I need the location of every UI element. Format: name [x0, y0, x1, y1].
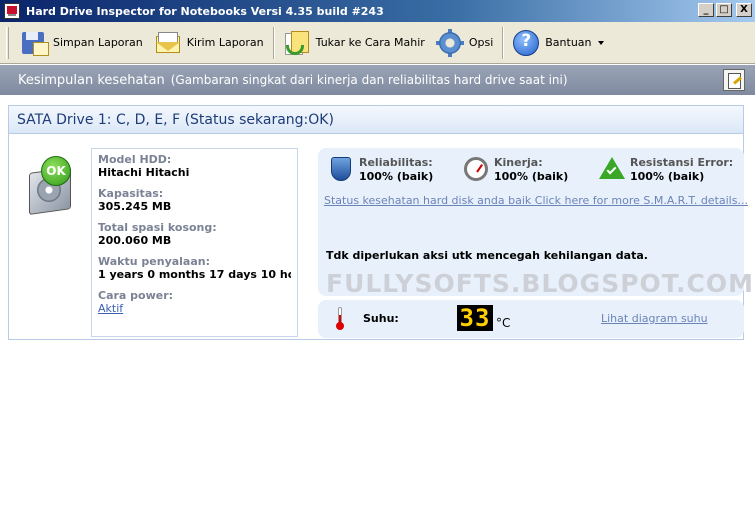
uptime-value: 1 years 0 months 17 days 10 ho...	[98, 268, 291, 281]
thermometer-icon	[336, 307, 344, 331]
model-label: Model HDD:	[98, 153, 172, 166]
temperature-display: 33	[457, 305, 493, 331]
content-area: SATA Drive 1: C, D, E, F (Status sekaran…	[0, 95, 755, 525]
options-button[interactable]: Opsi	[431, 25, 499, 61]
summary-header: Kesimpulan kesehatan (Gambaran singkat d…	[0, 65, 755, 95]
help-menu-button[interactable]: ? Bantuan	[507, 25, 609, 61]
free-space-label: Total spasi kosong:	[98, 221, 217, 234]
hard-drive-icon: OK	[23, 156, 79, 216]
temperature-chart-link[interactable]: Lihat diagram suhu	[601, 312, 708, 325]
summary-subtitle: (Gambaran singkat dari kinerja dan relia…	[170, 73, 568, 87]
drive-info-box: Model HDD: Hitachi Hitachi Kapasitas: 30…	[91, 148, 298, 337]
power-mode-label: Cara power:	[98, 289, 174, 302]
maximize-button[interactable]: □	[716, 3, 732, 17]
edit-notes-icon[interactable]	[723, 69, 745, 91]
toolbar: Simpan Laporan Kirim Laporan Tukar ke Ca…	[0, 22, 755, 64]
chevron-down-icon	[597, 40, 604, 45]
swap-mode-icon	[282, 28, 312, 58]
capacity-item: Kapasitas: 305.245 MB	[98, 187, 291, 213]
window-title: Hard Drive Inspector for Notebooks Versi…	[26, 4, 384, 18]
minimize-button[interactable]: _	[698, 3, 714, 17]
switch-expert-mode-label: Tukar ke Cara Mahir	[315, 36, 425, 49]
switch-expert-mode-button[interactable]: Tukar ke Cara Mahir	[278, 25, 431, 61]
drive-title: SATA Drive 1: C, D, E, F (Status sekaran…	[9, 106, 743, 134]
toolbar-grip[interactable]	[6, 26, 9, 59]
gear-icon	[435, 28, 465, 58]
send-report-button[interactable]: Kirim Laporan	[149, 25, 270, 61]
error-resistance-value: 100% (baik)	[630, 170, 705, 183]
power-mode-link[interactable]: Aktif	[98, 302, 123, 315]
summary-title: Kesimpulan kesehatan	[18, 72, 165, 88]
free-space-item: Total spasi kosong: 200.060 MB	[98, 221, 291, 247]
uptime-item: Waktu penyalaan: 1 years 0 months 17 day…	[98, 255, 291, 281]
help-menu-label: Bantuan	[545, 36, 592, 49]
smart-details-link[interactable]: Status kesehatan hard disk anda baik Cli…	[324, 194, 748, 207]
reliability-label: Reliabilitas:	[359, 156, 433, 169]
model-item: Model HDD: Hitachi Hitachi	[98, 153, 291, 179]
drive-panel: SATA Drive 1: C, D, E, F (Status sekaran…	[8, 105, 753, 340]
temperature-label: Suhu:	[363, 312, 399, 325]
status-message: Tdk diperlukan aksi utk mencegah kehilan…	[326, 249, 648, 262]
floppy-save-icon	[19, 28, 49, 58]
error-resistance-label: Resistansi Error:	[630, 156, 734, 169]
watermark-text: FULLYSOFTS.BLOGSPOT.COM	[326, 269, 755, 298]
ok-status-badge: OK	[41, 156, 71, 186]
performance-label: Kinerja:	[494, 156, 543, 169]
toolbar-separator	[272, 26, 275, 59]
help-icon: ?	[511, 28, 541, 58]
window-controls: _ □ X	[698, 3, 752, 17]
reliability-value: 100% (baik)	[359, 170, 434, 183]
send-report-label: Kirim Laporan	[186, 36, 264, 49]
temperature-box: Suhu: 33 °C Lihat diagram suhu	[318, 300, 744, 338]
shield-icon	[328, 156, 354, 182]
check-triangle-icon	[599, 156, 625, 182]
temperature-unit: °C	[496, 316, 511, 330]
save-report-label: Simpan Laporan	[53, 36, 143, 49]
health-status-box: Reliabilitas: 100% (baik) Kinerja: 100% …	[318, 148, 753, 298]
save-report-button[interactable]: Simpan Laporan	[15, 25, 149, 61]
gauge-icon	[463, 156, 489, 182]
capacity-value: 305.245 MB	[98, 200, 172, 213]
reliability-metric: Reliabilitas: 100% (baik)	[328, 156, 433, 184]
close-button[interactable]: X	[736, 3, 752, 17]
performance-metric: Kinerja: 100% (baik)	[463, 156, 568, 184]
power-mode-item: Cara power: Aktif	[98, 289, 291, 315]
uptime-label: Waktu penyalaan:	[98, 255, 211, 268]
model-value: Hitachi Hitachi	[98, 166, 190, 179]
app-icon	[4, 3, 20, 19]
performance-value: 100% (baik)	[494, 170, 569, 183]
title-bar[interactable]: Hard Drive Inspector for Notebooks Versi…	[0, 0, 755, 22]
error-resistance-metric: Resistansi Error: 100% (baik)	[599, 156, 733, 184]
capacity-label: Kapasitas:	[98, 187, 164, 200]
options-label: Opsi	[468, 36, 494, 49]
toolbar-separator	[502, 26, 505, 59]
mail-icon	[153, 28, 183, 58]
free-space-value: 200.060 MB	[98, 234, 172, 247]
